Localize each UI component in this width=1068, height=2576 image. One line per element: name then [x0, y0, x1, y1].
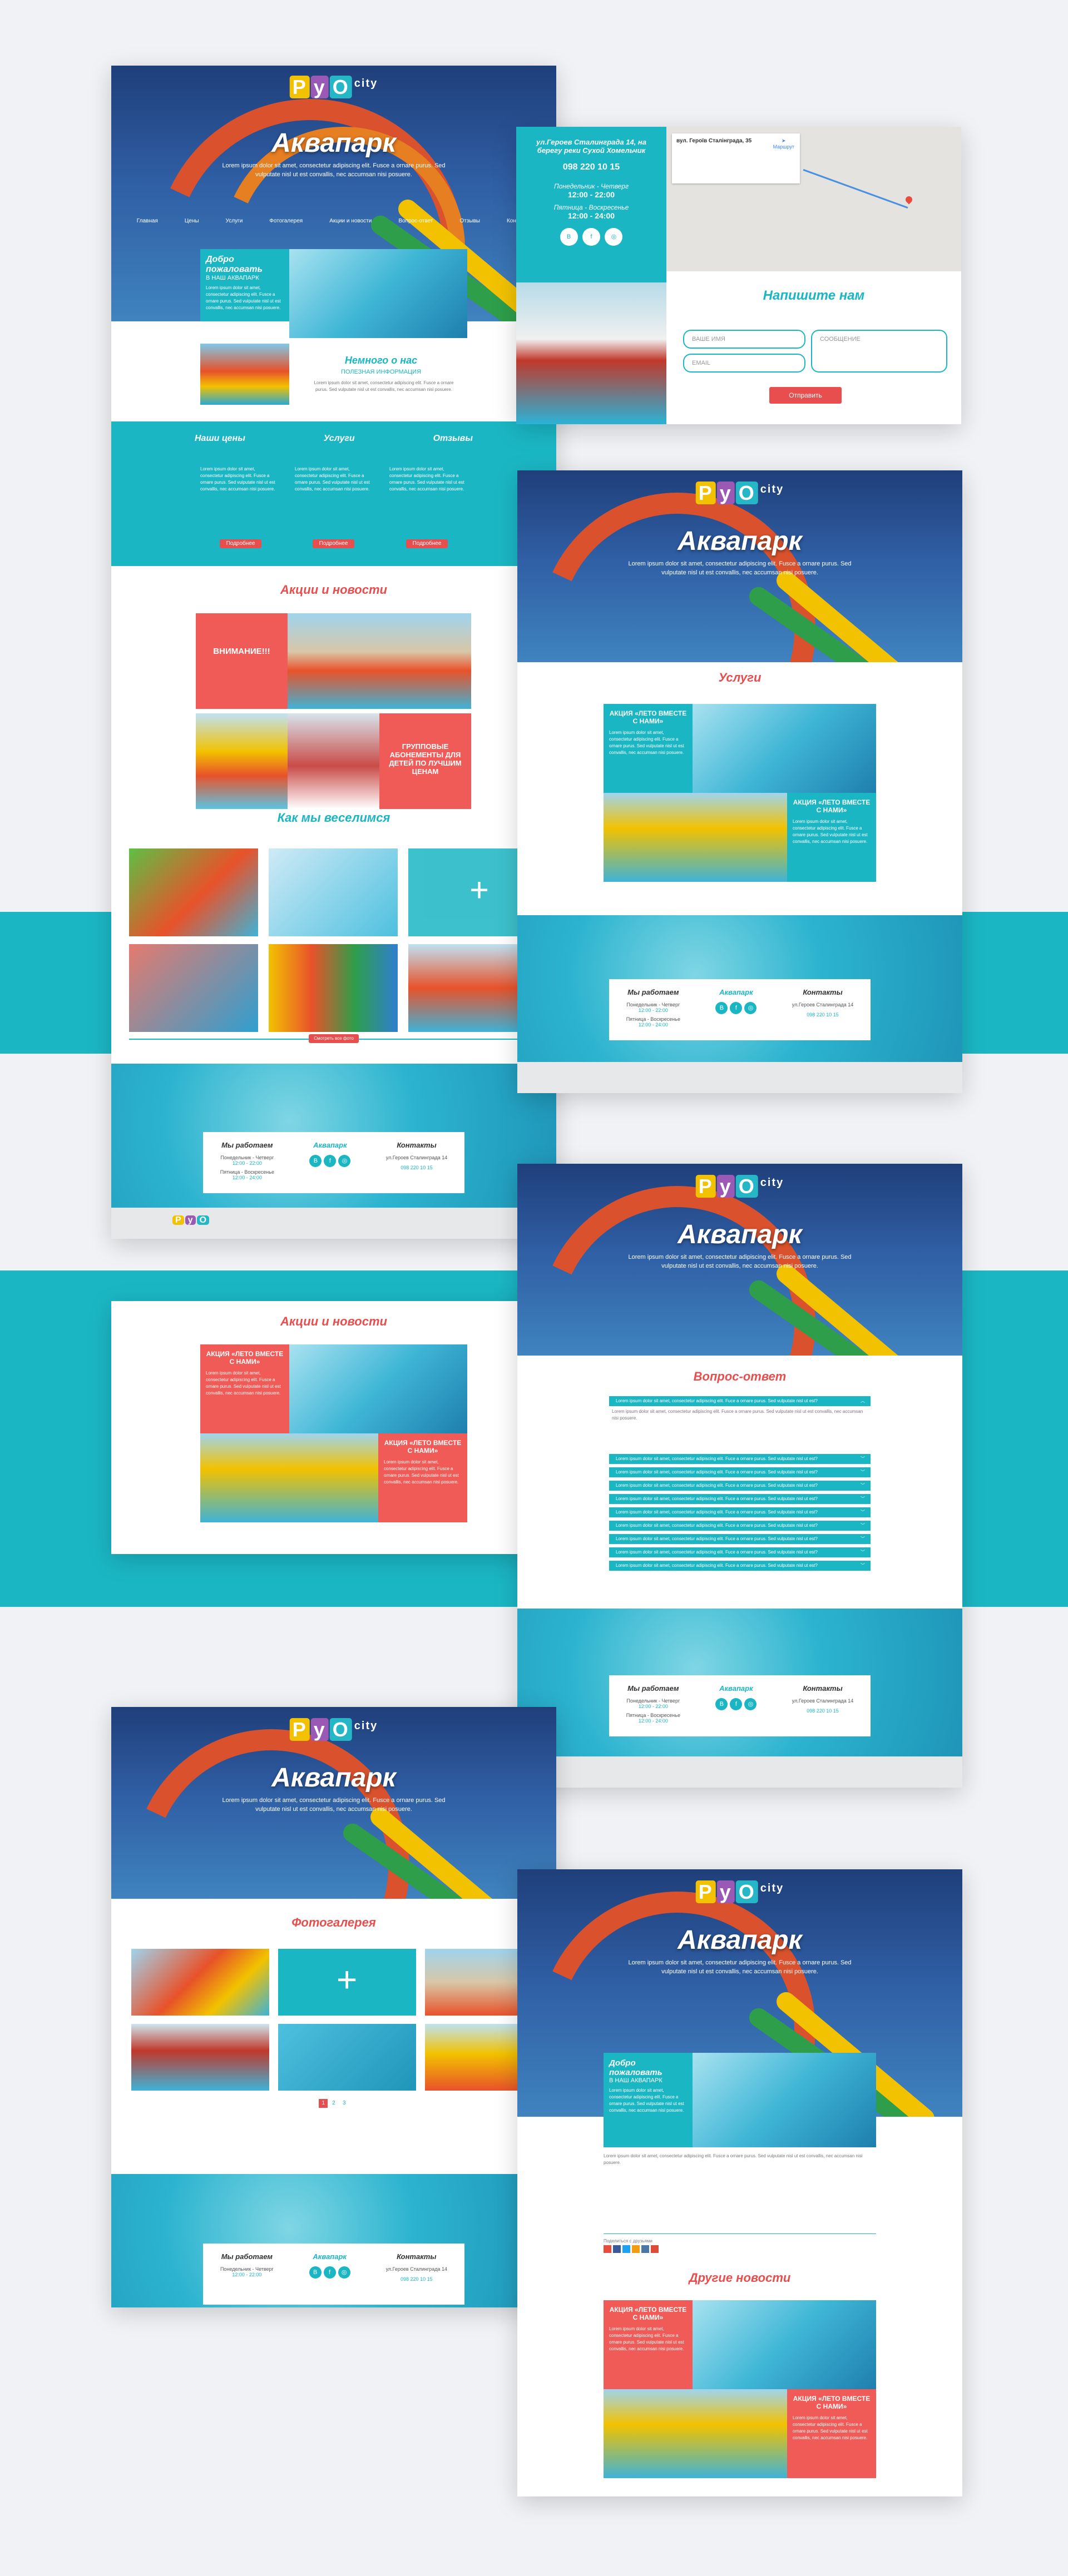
- gallery-photo[interactable]: [131, 2024, 269, 2091]
- more-button-1[interactable]: Подробнее: [220, 539, 261, 548]
- pagination: 1 2 3: [111, 2099, 556, 2108]
- share-icon[interactable]: [632, 2245, 640, 2253]
- more-button-2[interactable]: Подробнее: [313, 539, 354, 548]
- share-icon[interactable]: [622, 2245, 630, 2253]
- info-columns: Наши цены Услуги Отзывы Lorem ipsum dolo…: [111, 421, 556, 566]
- gallery-photo[interactable]: [131, 1949, 269, 2016]
- instagram-icon[interactable]: ◎: [338, 1155, 351, 1167]
- directions-icon[interactable]: ➤: [782, 138, 786, 143]
- gallery-photo-hover[interactable]: +: [278, 1949, 416, 2016]
- facebook-icon[interactable]: f: [582, 228, 600, 246]
- news-photo-1: [288, 613, 471, 709]
- news-photo-2: [196, 713, 288, 809]
- map-pin-icon[interactable]: [904, 195, 914, 205]
- share-icon[interactable]: [613, 2245, 621, 2253]
- name-input[interactable]: ВАШЕ ИМЯ: [683, 330, 805, 349]
- welcome-box: Добро пожаловать В НАШ АКВАПАРК Lorem ip…: [200, 249, 289, 321]
- logo[interactable]: Py Ocity: [289, 76, 378, 99]
- news-title: Акции и новости: [280, 583, 387, 597]
- faq-page-mockup: Py Ocity Аквапарк Lorem ipsum dolor sit a…: [517, 1164, 962, 1788]
- page-title: Аквапарк: [271, 128, 396, 158]
- map[interactable]: вул. Героїв Сталінграда, 35 ➤ Маршрут: [666, 127, 961, 271]
- nav-services[interactable]: Услуги: [226, 218, 243, 224]
- share-label: Поделиться с друзьями: [604, 2239, 652, 2244]
- email-input[interactable]: EMAIL: [683, 354, 805, 373]
- message-input[interactable]: СООБЩЕНИЕ: [811, 330, 947, 373]
- gallery-photo[interactable]: [278, 2024, 416, 2091]
- news-page-mockup: Акции и новости АКЦИЯ «ЛЕТО ВМЕСТЕ С НАМ…: [111, 1301, 556, 1554]
- all-photos-button[interactable]: Смотреть все фото: [309, 1034, 359, 1043]
- faq-item[interactable]: Lorem ipsum dolor sit amet, consectetur …: [609, 1561, 871, 1571]
- faq-item[interactable]: Lorem ipsum dolor sit amet, consectetur …: [609, 1481, 871, 1491]
- share-icon[interactable]: [651, 2245, 659, 2253]
- more-button-3[interactable]: Подробнее: [406, 539, 448, 548]
- phone: 098 220 10 15: [562, 162, 620, 172]
- plus-icon: +: [337, 1959, 358, 1999]
- nav-prices[interactable]: Цены: [185, 218, 199, 224]
- facebook-icon[interactable]: f: [324, 1155, 337, 1167]
- share-icon[interactable]: [604, 2245, 611, 2253]
- home-page-mockup: Py Ocity Аквапарк Lorem ipsum dolor sit a…: [111, 66, 556, 1239]
- vk-icon[interactable]: B: [560, 228, 578, 246]
- faq-item[interactable]: Lorem ipsum dolor sit amet, consectetur …: [609, 1521, 871, 1531]
- faq-title: Вопрос-ответ: [693, 1369, 787, 1383]
- divider: [604, 2233, 876, 2234]
- share-icons: [604, 2245, 659, 2253]
- fun-photo-5[interactable]: [269, 944, 398, 1032]
- about-title: Немного о нас: [344, 355, 418, 366]
- chevron-down-icon: ﹀: [861, 1456, 865, 1461]
- write-title: Напишите нам: [763, 288, 865, 303]
- about-sub: ПОЛЕЗНАЯ ИНФОРМАЦИЯ: [340, 369, 422, 375]
- nav-gallery[interactable]: Фотогалерея: [269, 218, 303, 224]
- services-title: Услуги: [718, 671, 762, 684]
- fun-photo-1[interactable]: [129, 848, 258, 936]
- gallery-title: Фотогалерея: [291, 1915, 376, 1929]
- share-icon[interactable]: [641, 2245, 649, 2253]
- welcome-photo: [289, 249, 467, 338]
- other-news-title: Другие новости: [689, 2271, 791, 2285]
- vk-icon[interactable]: B: [309, 1155, 322, 1167]
- services-page-mockup: Py Ocity Аквапарк Lorem ipsum dolor sit a…: [517, 470, 962, 1093]
- col-services-title: Услуги: [323, 434, 355, 443]
- faq-item[interactable]: Lorem ipsum dolor sit amet, consectetur …: [609, 1494, 871, 1504]
- plus-icon: +: [469, 871, 490, 909]
- main-nav: Главная Цены Услуги Фотогалерея Акции и …: [111, 218, 556, 224]
- article-intro: Добро пожаловать В НАШ АКВАПАРК Lorem ip…: [604, 2053, 693, 2147]
- nav-home[interactable]: Главная: [137, 218, 158, 224]
- send-button[interactable]: Отправить: [769, 387, 842, 404]
- nav-faq[interactable]: Вопрос-ответ: [398, 218, 433, 224]
- lifeguard-photo: [516, 282, 666, 424]
- hero-text: Lorem ipsum dolor sit amet, consectetur …: [222, 162, 446, 178]
- col-prices-title: Наши цены: [195, 434, 245, 443]
- contact-panel: ул.Героев Сталинграда 14, на берегу реки…: [516, 127, 666, 282]
- faq-item[interactable]: Lorem ipsum dolor sit amet, consectetur …: [609, 1534, 871, 1544]
- gallery-page-mockup: Py Ocity Аквапарк Lorem ipsum dolor sit a…: [111, 1707, 556, 2307]
- page-2[interactable]: 2: [329, 2100, 338, 2106]
- faq-item[interactable]: Lorem ipsum dolor sit amet, consectetur …: [609, 1507, 871, 1517]
- news-card-1[interactable]: ВНИМАНИЕ!!!: [196, 613, 288, 709]
- fun-photo-4[interactable]: [129, 944, 258, 1032]
- nav-news[interactable]: Акции и новости: [329, 218, 372, 224]
- page-1[interactable]: 1: [319, 2099, 328, 2108]
- chevron-up-icon: ︿: [861, 1398, 865, 1403]
- faq-item[interactable]: Lorem ipsum dolor sit amet, consectetur …: [609, 1467, 871, 1477]
- fun-title: Как мы веселимся: [277, 811, 390, 825]
- faq-item[interactable]: Lorem ipsum dolor sit amet, consectetur …: [609, 1547, 871, 1557]
- news-staff-photo: [288, 713, 379, 809]
- col-reviews-title: Отзывы: [433, 434, 473, 443]
- article-page-mockup: Py Ocity Аквапарк Lorem ipsum dolor sit a…: [517, 1869, 962, 2496]
- nav-reviews[interactable]: Отзывы: [459, 218, 480, 224]
- news-page-title: Акции и новости: [280, 1314, 387, 1328]
- footer-info: Мы работаем Понедельник - Четверг 12:00 - …: [203, 1132, 464, 1193]
- faq-item-open[interactable]: Lorem ipsum dolor sit amet, consectetur …: [609, 1396, 871, 1406]
- faq-item[interactable]: Lorem ipsum dolor sit amet, consectetur …: [609, 1454, 871, 1464]
- about-photo: [200, 344, 289, 405]
- instagram-icon[interactable]: ◎: [605, 228, 623, 246]
- contacts-page-mockup: ул.Героев Сталинграда 14, на берегу реки…: [516, 127, 961, 424]
- fun-photo-2[interactable]: [269, 848, 398, 936]
- news-card-2[interactable]: ГРУППОВЫЕ АБОНЕМЕНТЫ ДЛЯ ДЕТЕЙ ПО ЛУЧШИМ…: [379, 713, 471, 809]
- page-3[interactable]: 3: [340, 2100, 349, 2106]
